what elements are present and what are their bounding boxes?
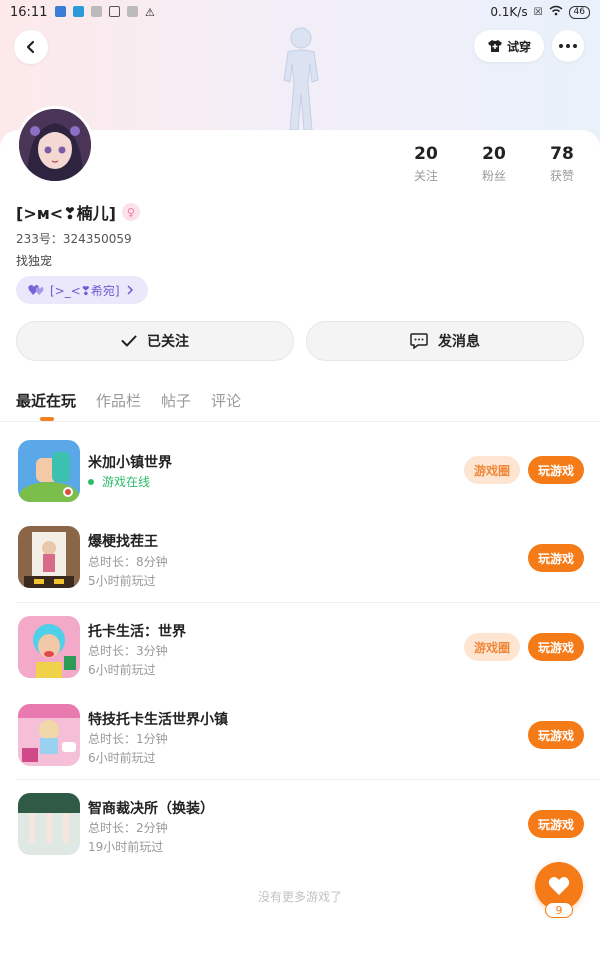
- game-title: 爆梗找茬王: [88, 534, 158, 550]
- stat-followers-label: 粉丝: [481, 169, 506, 183]
- app-notification-icon: [127, 6, 138, 17]
- game-title: 智商裁决所（换装）: [88, 801, 214, 817]
- app-notification-icon: [55, 6, 66, 17]
- game-last-played: 6小时前玩过: [88, 751, 156, 765]
- try-on-button[interactable]: 试穿: [474, 30, 544, 62]
- network-speed: 0.1K/s: [490, 5, 528, 19]
- more-options-button[interactable]: [552, 30, 584, 62]
- wifi-icon: [549, 5, 563, 19]
- content-tabs: 最近在玩 作品栏 帖子 评论: [16, 390, 241, 421]
- play-game-button[interactable]: 玩游戏: [528, 544, 584, 572]
- play-game-button[interactable]: 玩游戏: [528, 456, 584, 484]
- tab-posts[interactable]: 帖子: [161, 390, 191, 421]
- game-duration: 总时长：1分钟: [88, 732, 168, 746]
- try-on-label: 试穿: [506, 39, 531, 54]
- no-more-games-text: 没有更多游戏了: [257, 890, 342, 904]
- game-icon: [18, 440, 80, 502]
- tab-comments[interactable]: 评论: [211, 390, 241, 421]
- game-circle-button[interactable]: 游戏圈: [464, 633, 520, 661]
- back-button[interactable]: [14, 30, 48, 64]
- game-title: 托卡生活：世界: [88, 624, 186, 640]
- tabs-divider: [0, 421, 600, 422]
- game-last-played: 19小时前玩过: [88, 840, 164, 854]
- row-divider: [16, 779, 600, 780]
- status-bar: 16:11 ⚠ 0.1K/s ☒ 46: [0, 0, 600, 24]
- stat-following-count: 20: [414, 144, 438, 164]
- game-last-played: 5小时前玩过: [88, 574, 156, 588]
- game-icon: [18, 793, 80, 855]
- play-game-button[interactable]: 玩游戏: [528, 810, 584, 838]
- stat-followers[interactable]: 20 粉丝: [464, 144, 524, 184]
- game-last-played: 6小时前玩过: [88, 663, 156, 677]
- sim-icon: ☒: [533, 6, 543, 18]
- game-duration: 总时长：8分钟: [88, 555, 168, 569]
- online-status-text: 游戏在线: [102, 475, 151, 489]
- avatar[interactable]: [16, 106, 94, 184]
- game-icon: [18, 526, 80, 588]
- chevron-left-icon: [26, 40, 35, 54]
- online-dot-icon: [88, 478, 94, 485]
- couple-tag-text: [>_<❣希宛]: [50, 283, 120, 298]
- warning-icon: ⚠: [145, 6, 155, 19]
- status-right: 0.1K/s ☒ 46: [490, 5, 590, 19]
- game-duration: 总时长：3分钟: [88, 644, 168, 658]
- stat-likes[interactable]: 78 获赞: [532, 144, 592, 184]
- tab-works[interactable]: 作品栏: [96, 390, 141, 421]
- heart-icon: [548, 877, 570, 895]
- stat-likes-label: 获赞: [549, 169, 574, 183]
- follow-label: 已关注: [147, 334, 189, 350]
- game-title: 特技托卡生活世界小镇: [88, 712, 228, 728]
- message-label: 发消息: [438, 334, 480, 350]
- game-icon: [18, 616, 80, 678]
- stat-followers-count: 20: [482, 144, 506, 164]
- username-text: [>ᴍ<❣楠儿]: [16, 204, 116, 223]
- game-circle-button[interactable]: 游戏圈: [464, 456, 520, 484]
- stat-following[interactable]: 20 关注: [396, 144, 456, 184]
- game-duration: 总时长：2分钟: [88, 821, 168, 835]
- play-game-button[interactable]: 玩游戏: [528, 633, 584, 661]
- game-icon: [18, 704, 80, 766]
- stat-following-label: 关注: [413, 169, 438, 183]
- like-count-badge: 9: [545, 902, 573, 918]
- more-dots-icon: [559, 44, 577, 48]
- user-bio: 找独宠: [16, 254, 53, 268]
- character-model-image: [283, 27, 319, 131]
- row-divider: [16, 602, 600, 603]
- check-icon: [121, 335, 137, 347]
- double-heart-icon: [28, 285, 44, 295]
- user-id: 233号：324350059: [16, 232, 132, 246]
- chat-bubble-icon: [410, 333, 428, 349]
- game-title: 米加小镇世界: [88, 455, 172, 471]
- status-notification-icons: ⚠: [55, 6, 155, 19]
- play-game-button[interactable]: 玩游戏: [528, 721, 584, 749]
- tab-recently-played[interactable]: 最近在玩: [16, 390, 76, 421]
- female-gender-icon: ♀: [121, 203, 140, 221]
- game-online-status: 游戏在线: [88, 473, 150, 490]
- stat-likes-count: 78: [550, 144, 574, 164]
- status-time: 16:11: [10, 5, 48, 20]
- shirt-icon: [487, 40, 502, 52]
- app-notification-icon: [73, 6, 84, 17]
- couple-tag[interactable]: [>_<❣希宛]: [16, 276, 148, 304]
- follow-button[interactable]: 已关注: [16, 321, 294, 361]
- avatar-image: [19, 109, 91, 181]
- profile-username: [>ᴍ<❣楠儿] ♀: [16, 200, 140, 224]
- message-button[interactable]: 发消息: [306, 321, 584, 361]
- chevron-right-icon: [127, 285, 133, 295]
- app-notification-icon: [91, 6, 102, 17]
- battery-indicator: 46: [568, 5, 590, 19]
- calendar-icon: [109, 6, 120, 17]
